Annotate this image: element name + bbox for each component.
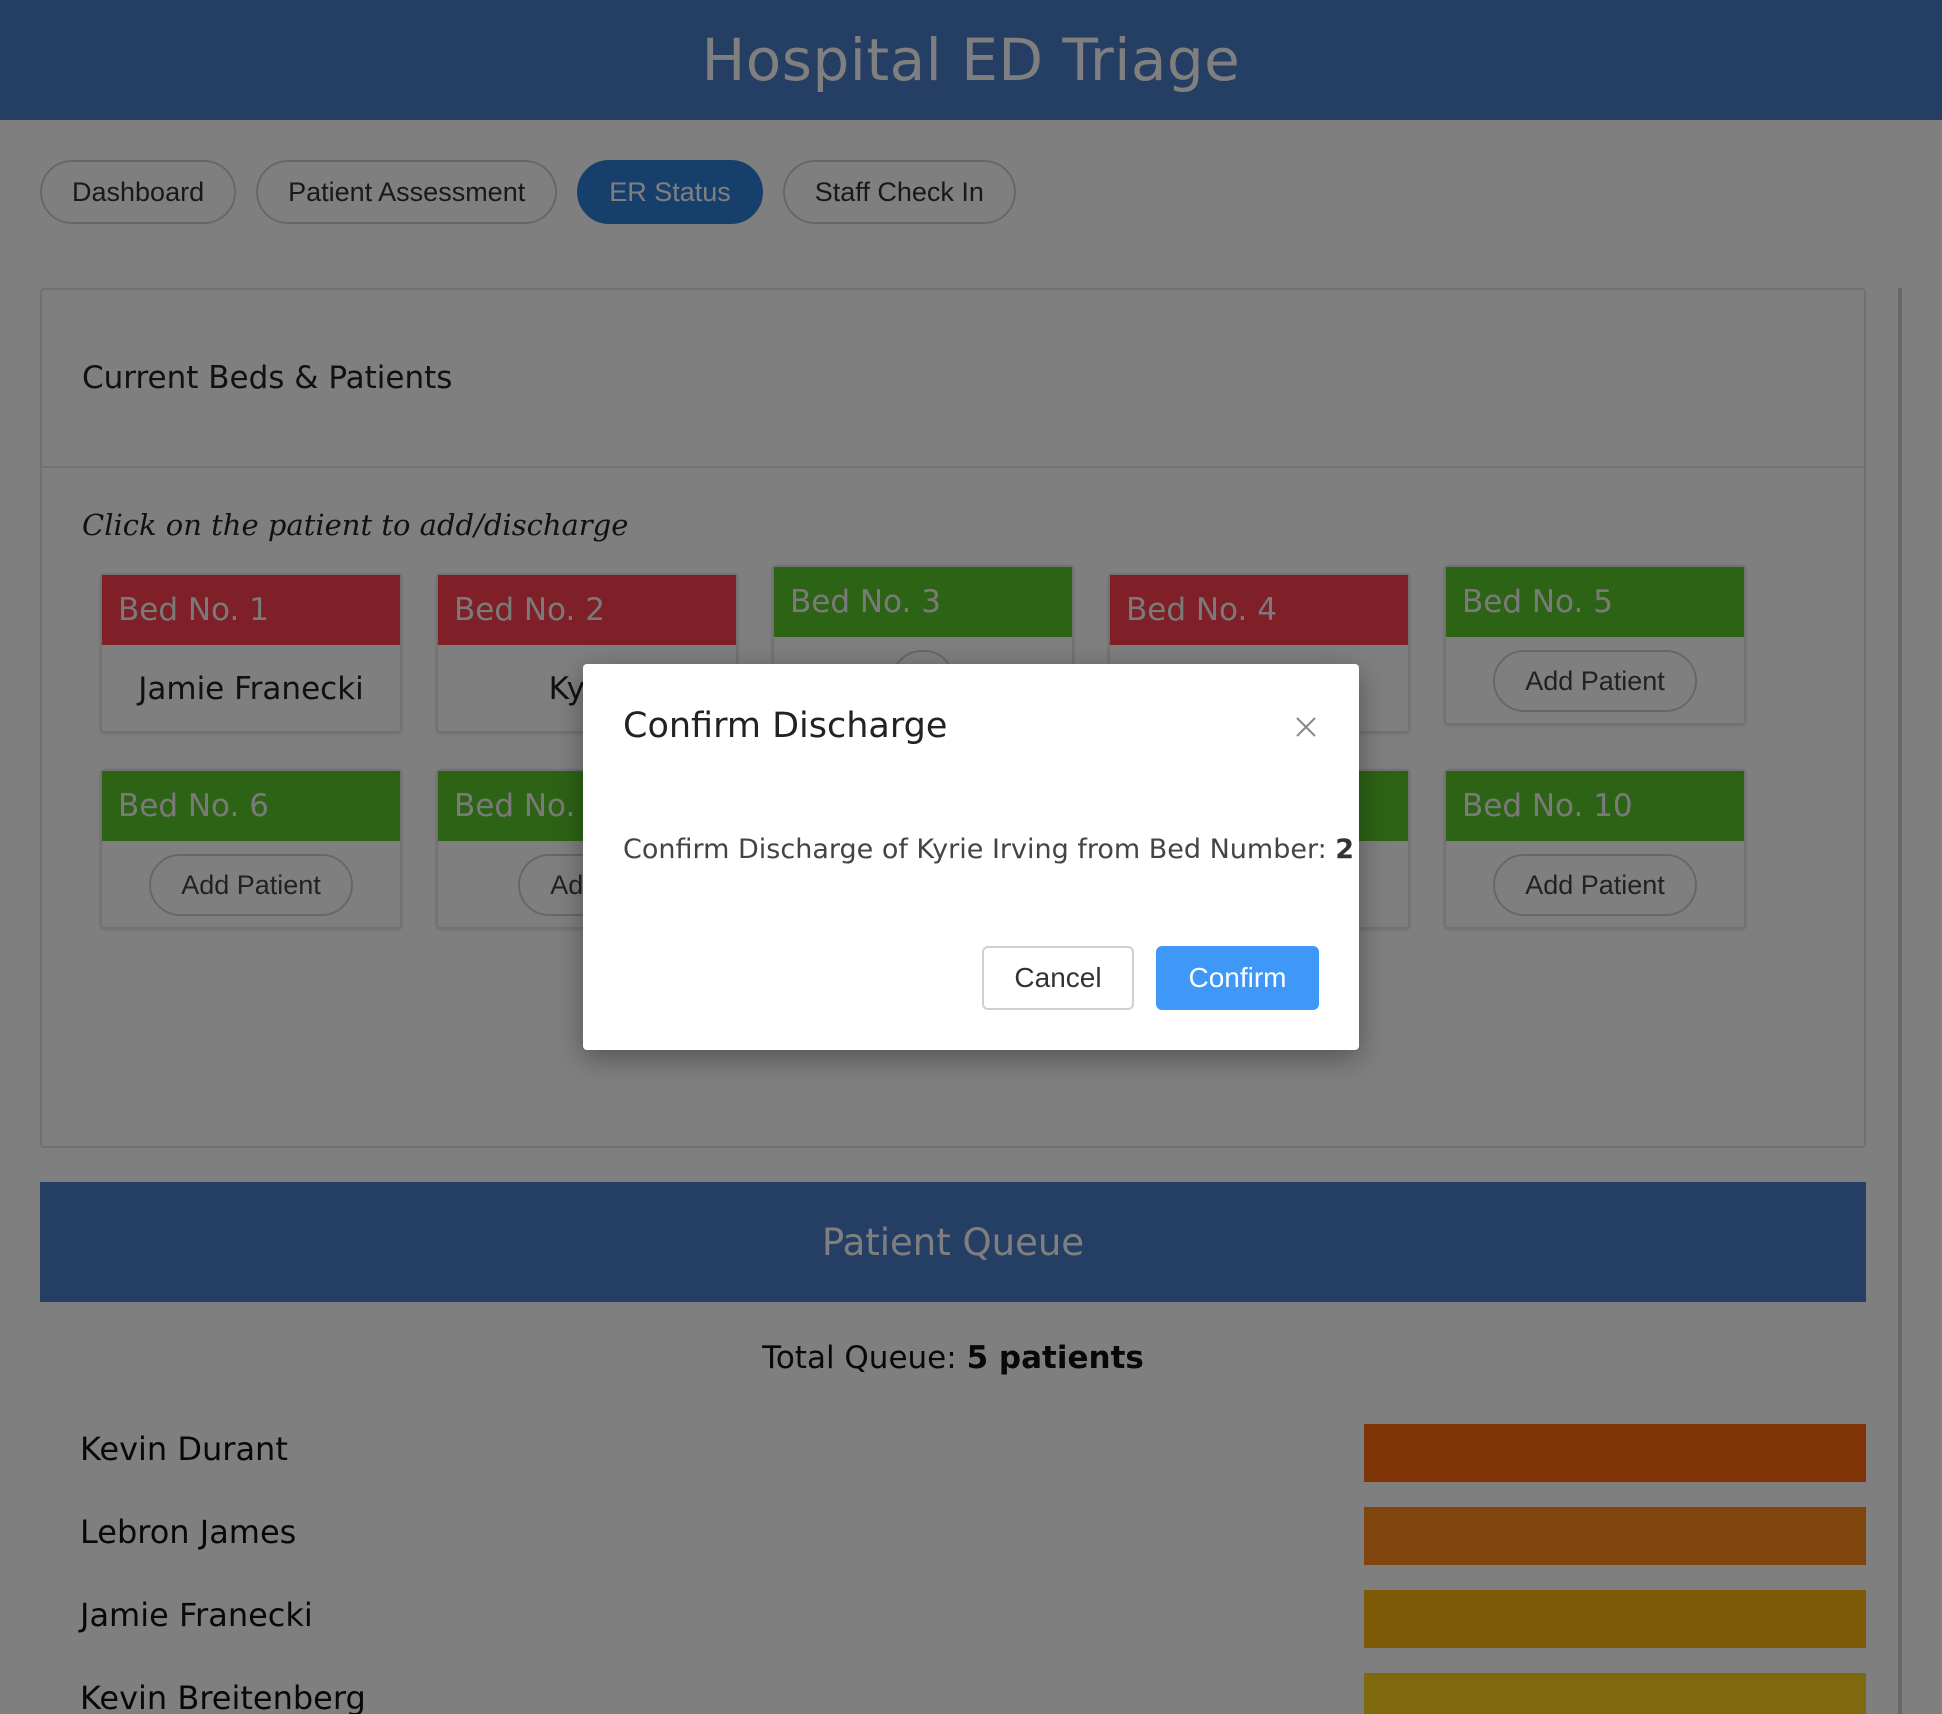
confirm-discharge-dialog: Confirm Discharge Confirm Discharge of K…: [583, 664, 1359, 1050]
cancel-button[interactable]: Cancel: [982, 946, 1134, 1010]
confirm-button[interactable]: Confirm: [1156, 946, 1319, 1010]
dialog-message-text: Confirm Discharge of Kyrie Irving from B…: [623, 834, 1327, 865]
dialog-message: Confirm Discharge of Kyrie Irving from B…: [623, 834, 1354, 865]
close-icon[interactable]: [1291, 712, 1321, 742]
dialog-title: Confirm Discharge: [623, 706, 948, 746]
dialog-bed-number: 2: [1335, 834, 1355, 865]
